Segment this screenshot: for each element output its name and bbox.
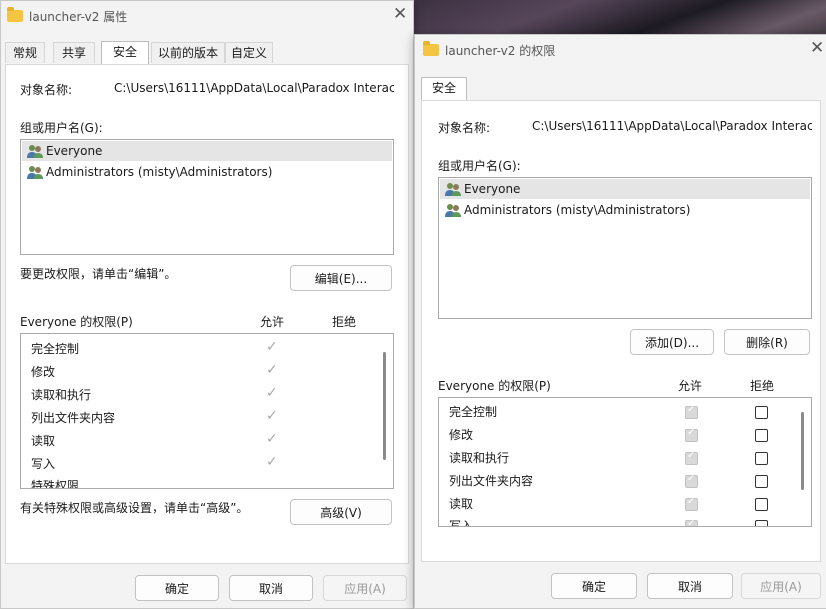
deny-checkbox[interactable] bbox=[755, 406, 768, 419]
scrollbar[interactable] bbox=[383, 352, 386, 460]
deny-checkbox[interactable] bbox=[755, 498, 768, 511]
tab-security[interactable]: 安全 bbox=[101, 41, 149, 64]
object-path: C:\Users\16111\AppData\Local\Paradox Int… bbox=[114, 81, 394, 95]
list-item[interactable]: Everyone bbox=[440, 179, 810, 199]
object-name-label: 对象名称: bbox=[438, 121, 491, 135]
deny-checkbox[interactable] bbox=[755, 520, 768, 526]
tab-strip: 安全 bbox=[421, 77, 481, 100]
allow-checkbox[interactable] bbox=[685, 496, 698, 511]
permissions-title: Everyone 的权限(P) bbox=[438, 379, 551, 393]
allow-checkbox[interactable] bbox=[685, 450, 698, 465]
perm-row: 读取和执行 bbox=[449, 451, 510, 465]
ok-button[interactable]: 确定 bbox=[551, 573, 637, 599]
perm-row: 完全控制 bbox=[449, 405, 498, 419]
deny-column-header: 拒绝 bbox=[750, 379, 775, 393]
checkmark-icon: ✓ bbox=[266, 454, 278, 470]
list-item[interactable]: Administrators (misty\Administrators) bbox=[22, 162, 392, 182]
allow-column-header: 允许 bbox=[678, 379, 703, 393]
folder-icon bbox=[423, 41, 439, 56]
users-icon bbox=[445, 183, 461, 196]
security-panel: 对象名称: C:\Users\16111\AppData\Local\Parad… bbox=[421, 100, 821, 562]
allow-checkbox[interactable] bbox=[685, 427, 698, 442]
tab-general[interactable]: 常规 bbox=[5, 42, 45, 63]
folder-icon bbox=[7, 7, 23, 22]
tab-customize[interactable]: 自定义 bbox=[225, 42, 273, 63]
deny-checkbox[interactable] bbox=[755, 429, 768, 442]
perm-row: 列出文件夹内容 bbox=[31, 411, 116, 425]
perm-row: 读取 bbox=[449, 497, 474, 511]
add-button[interactable]: 添加(D)... bbox=[630, 329, 714, 355]
scrollbar[interactable] bbox=[801, 412, 804, 490]
list-item[interactable]: Everyone bbox=[22, 141, 392, 161]
tab-sharing[interactable]: 共享 bbox=[53, 42, 95, 63]
user-list: Everyone Administrators (misty\Administr… bbox=[20, 139, 394, 255]
user-name: Administrators (misty\Administrators) bbox=[46, 165, 273, 179]
title-bar: launcher-v2 属性 ✕ bbox=[1, 1, 413, 31]
group-label: 组或用户名(G): bbox=[20, 121, 103, 135]
properties-window: launcher-v2 属性 ✕ 常规 共享 安全 以前的版本 自定义 对象名称… bbox=[0, 0, 414, 609]
perm-row: 写入 bbox=[449, 519, 474, 527]
list-item[interactable]: Administrators (misty\Administrators) bbox=[440, 200, 810, 220]
perm-row: 修改 bbox=[449, 428, 474, 442]
checkmark-icon: ✓ bbox=[266, 408, 278, 424]
change-hint: 要更改权限，请单击“编辑”。 bbox=[20, 267, 177, 281]
allow-checkbox[interactable] bbox=[685, 404, 698, 419]
permissions-window: launcher-v2 的权限 ✕ 安全 对象名称: C:\Users\1611… bbox=[414, 34, 826, 609]
perm-row: 读取和执行 bbox=[31, 388, 92, 402]
checkmark-icon: ✓ bbox=[266, 339, 278, 355]
allow-column-header: 允许 bbox=[260, 315, 285, 329]
ok-button[interactable]: 确定 bbox=[135, 575, 219, 601]
object-name-label: 对象名称: bbox=[20, 83, 73, 97]
object-path: C:\Users\16111\AppData\Local\Paradox Int… bbox=[532, 119, 812, 133]
advanced-hint: 有关特殊权限或高级设置，请单击“高级”。 bbox=[20, 501, 249, 515]
users-icon bbox=[445, 204, 461, 217]
allow-checkbox[interactable] bbox=[685, 518, 698, 526]
security-panel: 对象名称: C:\Users\16111\AppData\Local\Parad… bbox=[5, 64, 409, 564]
perm-row: 特殊权限 bbox=[31, 479, 80, 489]
deny-checkbox[interactable] bbox=[755, 452, 768, 465]
tab-previous-versions[interactable]: 以前的版本 bbox=[151, 42, 225, 63]
user-list: Everyone Administrators (misty\Administr… bbox=[438, 177, 812, 319]
perm-row: 完全控制 bbox=[31, 342, 80, 356]
checkmark-icon: ✓ bbox=[266, 431, 278, 447]
title-bar: launcher-v2 的权限 ✕ bbox=[415, 35, 826, 65]
close-icon[interactable]: ✕ bbox=[810, 38, 824, 58]
user-name: Everyone bbox=[46, 144, 103, 158]
checkmark-icon: ✓ bbox=[266, 385, 278, 401]
user-name: Administrators (misty\Administrators) bbox=[464, 203, 691, 217]
permissions-list: 完全控制 修改 读取和执行 列出文件夹内容 读取 写入 特殊权限 ✓ ✓ ✓ ✓… bbox=[20, 333, 394, 489]
window-title: launcher-v2 属性 bbox=[29, 10, 128, 24]
advanced-button[interactable]: 高级(V) bbox=[290, 499, 392, 525]
permissions-list: 完全控制 修改 读取和执行 列出文件夹内容 读取 写入 bbox=[438, 397, 812, 527]
group-label: 组或用户名(G): bbox=[438, 159, 521, 173]
tab-security[interactable]: 安全 bbox=[421, 77, 467, 100]
user-name: Everyone bbox=[464, 182, 521, 196]
allow-checkbox[interactable] bbox=[685, 473, 698, 488]
deny-checkbox[interactable] bbox=[755, 475, 768, 488]
cancel-button[interactable]: 取消 bbox=[229, 575, 313, 601]
apply-button[interactable]: 应用(A) bbox=[741, 573, 821, 599]
deny-column-header: 拒绝 bbox=[332, 315, 357, 329]
apply-button[interactable]: 应用(A) bbox=[323, 575, 407, 601]
remove-button[interactable]: 删除(R) bbox=[724, 329, 810, 355]
perm-row: 写入 bbox=[31, 457, 56, 471]
tab-strip: 常规 共享 安全 以前的版本 自定义 bbox=[5, 41, 409, 64]
window-title: launcher-v2 的权限 bbox=[445, 44, 556, 58]
close-icon[interactable]: ✕ bbox=[393, 4, 407, 24]
users-icon bbox=[27, 145, 43, 158]
perm-row: 读取 bbox=[31, 434, 56, 448]
perm-row: 修改 bbox=[31, 365, 56, 379]
edit-button[interactable]: 编辑(E)... bbox=[290, 265, 392, 291]
users-icon bbox=[27, 166, 43, 179]
cancel-button[interactable]: 取消 bbox=[647, 573, 733, 599]
checkmark-icon: ✓ bbox=[266, 362, 278, 378]
perm-row: 列出文件夹内容 bbox=[449, 474, 534, 488]
permissions-title: Everyone 的权限(P) bbox=[20, 315, 133, 329]
